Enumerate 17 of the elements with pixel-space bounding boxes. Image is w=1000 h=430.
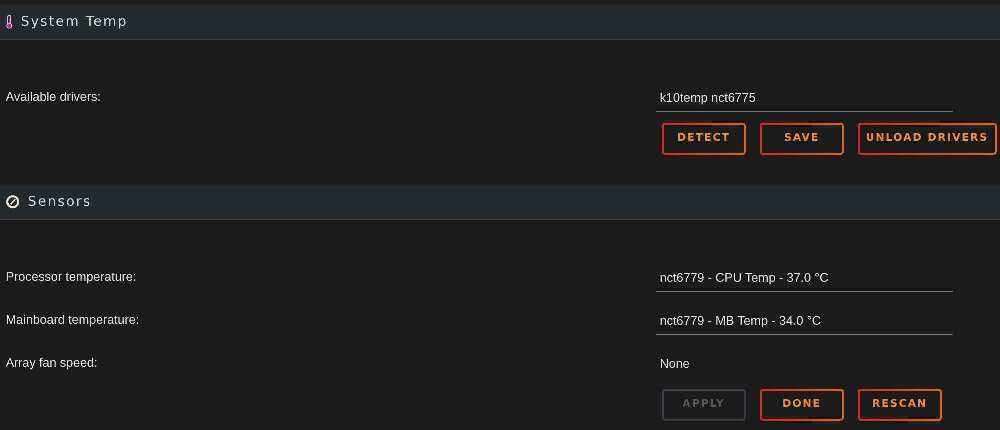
action-button[interactable]: UNLOAD DRIVERS [858,123,997,155]
gauge-icon [6,195,20,209]
section-title: System Temp [21,12,128,32]
action-button[interactable]: DETECT [662,123,746,155]
field-label: Mainboard temperature: [6,313,140,328]
section-title: Sensors [28,192,92,212]
field-label: Available drivers: [6,90,101,104]
field-label: Processor temperature: [6,270,137,284]
action-button[interactable]: DONE [760,389,844,421]
thermometer-icon [6,15,13,29]
field-label: Array fan speed: [6,356,98,370]
select-field[interactable]: k10temp nct6775 [656,84,953,112]
action-button[interactable]: SAVE [760,123,844,155]
select-field[interactable]: nct6779 - MB Temp - 34.0 °C [656,306,953,334]
action-button[interactable]: RESCAN [858,389,942,421]
select-field[interactable]: None [656,350,953,378]
select-field[interactable]: nct6779 - CPU Temp - 37.0 °C [656,264,953,292]
